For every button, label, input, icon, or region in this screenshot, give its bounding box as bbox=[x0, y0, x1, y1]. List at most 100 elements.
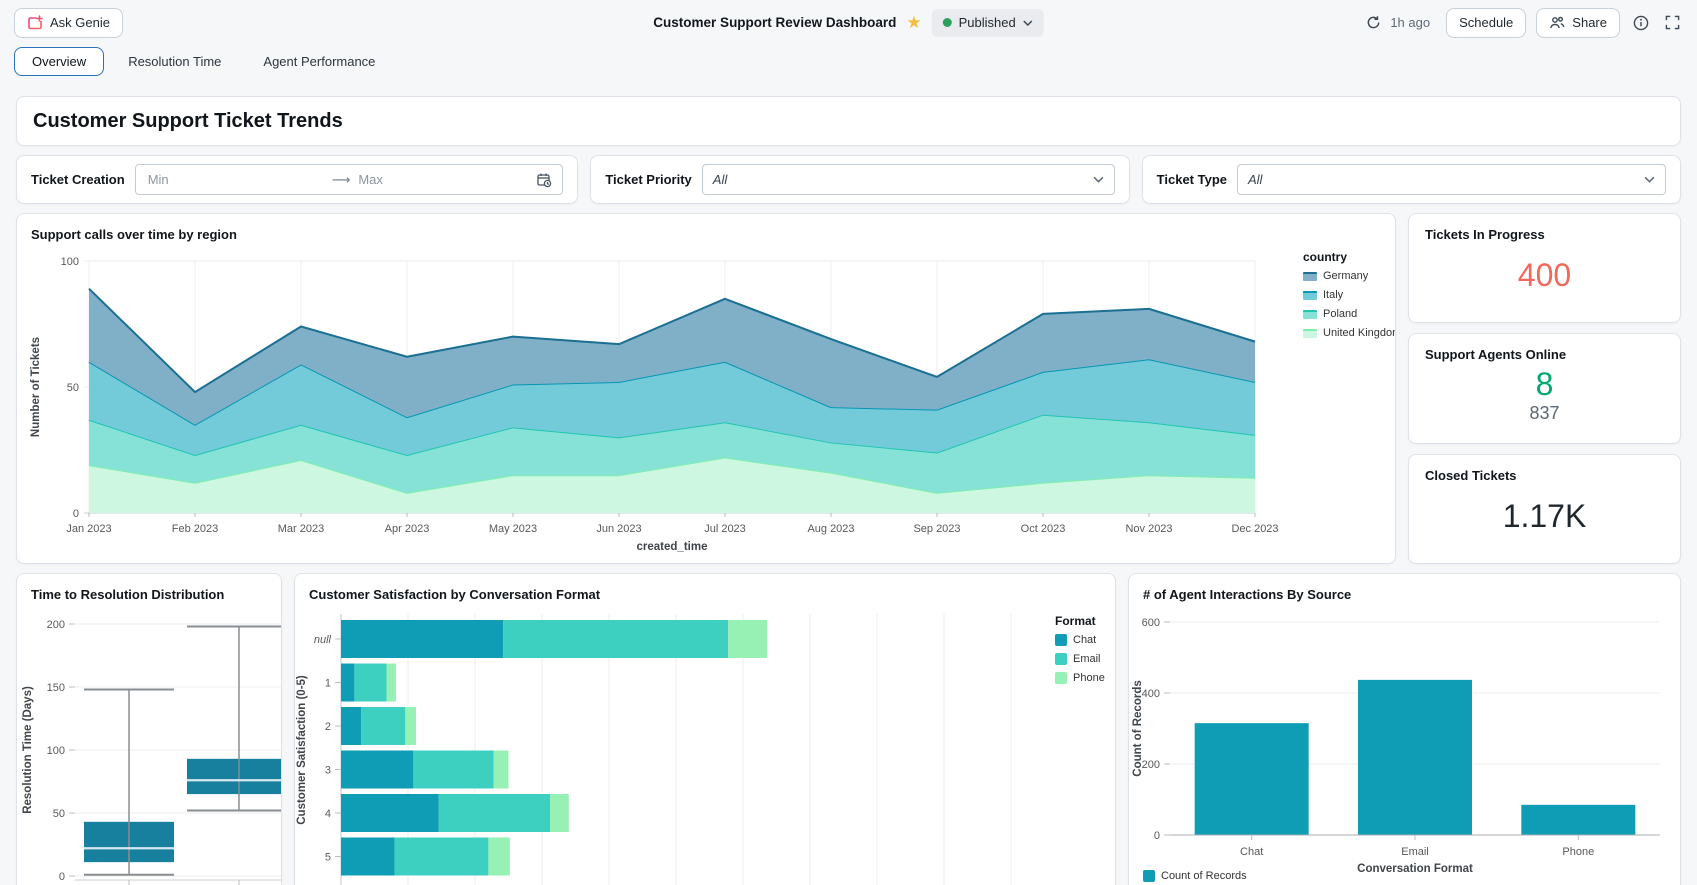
fullscreen-button[interactable] bbox=[1662, 12, 1683, 33]
tab-agent-performance[interactable]: Agent Performance bbox=[245, 47, 393, 76]
chevron-down-icon bbox=[1093, 176, 1104, 183]
chart-title: Customer Satisfaction by Conversation Fo… bbox=[295, 574, 1115, 602]
legend-swatch bbox=[1143, 870, 1155, 882]
genie-icon bbox=[27, 15, 43, 31]
svg-text:5: 5 bbox=[325, 852, 331, 864]
date-min-input[interactable] bbox=[146, 171, 326, 188]
info-icon bbox=[1633, 15, 1649, 31]
legend-item[interactable]: Phone bbox=[1055, 672, 1105, 684]
bottom-row: Time to Resolution Distribution 05010015… bbox=[16, 573, 1681, 885]
kpi-secondary-value: 837 bbox=[1529, 403, 1559, 424]
legend-swatch bbox=[1303, 272, 1317, 281]
legend-swatch bbox=[1303, 291, 1317, 300]
info-button[interactable] bbox=[1630, 12, 1652, 34]
filter-label-ticket-creation: Ticket Creation bbox=[31, 172, 125, 187]
svg-text:3: 3 bbox=[325, 765, 331, 777]
boxplot-chart: 050100150200Resolution Time (Days) bbox=[17, 608, 282, 885]
svg-text:Count of Records: Count of Records bbox=[1132, 680, 1144, 776]
tab-overview[interactable]: Overview bbox=[14, 47, 104, 76]
topbar-actions: 1h ago Schedule Share bbox=[1363, 8, 1683, 38]
svg-text:Email: Email bbox=[1401, 846, 1429, 858]
svg-text:200: 200 bbox=[1142, 759, 1160, 771]
filters-row: Ticket Creation ⟶ Ticket Priority All bbox=[16, 155, 1681, 204]
support-calls-chart-card: Support calls over time by region 050100… bbox=[16, 213, 1396, 564]
filter-ticket-type: Ticket Type All bbox=[1142, 155, 1681, 204]
chart-title: Support calls over time by region bbox=[17, 214, 1395, 242]
published-status-dropdown[interactable]: Published bbox=[932, 9, 1044, 37]
ticket-priority-value: All bbox=[713, 172, 1093, 187]
schedule-button[interactable]: Schedule bbox=[1446, 8, 1526, 38]
svg-text:Feb 2023: Feb 2023 bbox=[172, 523, 218, 535]
area-chart: 050100Jan 2023Feb 2023Mar 2023Apr 2023Ma… bbox=[17, 248, 1396, 556]
svg-text:Dec 2023: Dec 2023 bbox=[1231, 523, 1278, 535]
svg-text:4: 4 bbox=[325, 808, 331, 820]
kpi-title: Tickets In Progress bbox=[1425, 227, 1664, 242]
published-dot-icon bbox=[943, 18, 952, 27]
refresh-button[interactable] bbox=[1363, 12, 1384, 33]
svg-text:Jul 2023: Jul 2023 bbox=[704, 523, 746, 535]
date-max-input[interactable] bbox=[356, 171, 536, 188]
kpi-column: Tickets In Progress 400 Support Agents O… bbox=[1408, 213, 1681, 564]
country-legend: countryGermanyItalyPolandUnited Kingdom bbox=[1303, 250, 1396, 346]
svg-text:100: 100 bbox=[47, 745, 65, 757]
dashboard-title-group: Customer Support Review Dashboard ★ Publ… bbox=[653, 0, 1043, 45]
share-label: Share bbox=[1572, 15, 1607, 30]
legend-label: Phone bbox=[1073, 672, 1105, 684]
legend-label: Email bbox=[1073, 653, 1101, 665]
published-label: Published bbox=[959, 15, 1016, 30]
main-row: Support calls over time by region 050100… bbox=[16, 213, 1681, 564]
filter-ticket-creation: Ticket Creation ⟶ bbox=[16, 155, 578, 204]
ticket-type-select[interactable]: All bbox=[1237, 164, 1666, 195]
dashboard-title: Customer Support Review Dashboard bbox=[653, 15, 896, 30]
page-title-card: Customer Support Ticket Trends bbox=[16, 96, 1681, 146]
svg-text:Nov 2023: Nov 2023 bbox=[1125, 523, 1172, 535]
ticket-type-value: All bbox=[1248, 172, 1644, 187]
chart-title: Time to Resolution Distribution bbox=[17, 574, 281, 602]
legend-item[interactable]: United Kingdom bbox=[1303, 327, 1396, 339]
schedule-label: Schedule bbox=[1459, 15, 1513, 30]
people-icon bbox=[1549, 15, 1565, 31]
svg-text:200: 200 bbox=[47, 619, 65, 631]
kpi-tickets-in-progress: Tickets In Progress 400 bbox=[1408, 213, 1681, 323]
svg-text:null: null bbox=[314, 634, 332, 646]
refresh-icon bbox=[1366, 15, 1381, 30]
legend-item[interactable]: Poland bbox=[1303, 308, 1396, 320]
topbar: Ask Genie Customer Support Review Dashbo… bbox=[0, 0, 1697, 45]
legend-item[interactable]: Email bbox=[1055, 653, 1105, 665]
legend-item[interactable]: Germany bbox=[1303, 270, 1396, 282]
favorite-star-icon[interactable]: ★ bbox=[906, 14, 921, 31]
calendar-icon[interactable] bbox=[536, 172, 552, 188]
date-range-input[interactable]: ⟶ bbox=[135, 164, 564, 195]
count-of-records-legend: Count of Records bbox=[1143, 870, 1247, 885]
svg-text:0: 0 bbox=[1154, 830, 1160, 842]
svg-text:0: 0 bbox=[59, 871, 65, 883]
svg-text:0: 0 bbox=[73, 508, 79, 520]
legend-label: Poland bbox=[1323, 308, 1357, 320]
svg-text:150: 150 bbox=[47, 682, 65, 694]
page-title: Customer Support Ticket Trends bbox=[33, 110, 343, 133]
svg-text:Conversation Format: Conversation Format bbox=[1357, 863, 1473, 875]
share-button[interactable]: Share bbox=[1536, 8, 1620, 38]
legend-item[interactable]: Chat bbox=[1055, 634, 1105, 646]
format-legend: FormatChatEmailPhone bbox=[1055, 614, 1105, 691]
tab-resolution-time[interactable]: Resolution Time bbox=[110, 47, 239, 76]
kpi-value: 400 bbox=[1518, 259, 1571, 293]
satisfaction-chart-card: Customer Satisfaction by Conversation Fo… bbox=[294, 573, 1116, 885]
ask-genie-label: Ask Genie bbox=[50, 15, 110, 30]
legend-item[interactable]: Italy bbox=[1303, 289, 1396, 301]
ask-genie-button[interactable]: Ask Genie bbox=[14, 8, 123, 38]
kpi-title: Closed Tickets bbox=[1425, 468, 1664, 483]
fullscreen-icon bbox=[1665, 15, 1680, 30]
chart-title: # of Agent Interactions By Source bbox=[1129, 574, 1680, 602]
tabbar: Overview Resolution Time Agent Performan… bbox=[0, 45, 1697, 82]
kpi-support-agents-online: Support Agents Online 8 837 bbox=[1408, 333, 1681, 443]
legend-item[interactable]: Count of Records bbox=[1143, 870, 1247, 882]
svg-text:Sep 2023: Sep 2023 bbox=[913, 523, 960, 535]
svg-text:400: 400 bbox=[1142, 688, 1160, 700]
svg-text:May 2023: May 2023 bbox=[489, 523, 537, 535]
legend-label: Chat bbox=[1073, 634, 1096, 646]
svg-text:created_time: created_time bbox=[637, 541, 708, 553]
ticket-priority-select[interactable]: All bbox=[702, 164, 1115, 195]
svg-text:Jun 2023: Jun 2023 bbox=[596, 523, 641, 535]
filter-ticket-priority: Ticket Priority All bbox=[590, 155, 1129, 204]
